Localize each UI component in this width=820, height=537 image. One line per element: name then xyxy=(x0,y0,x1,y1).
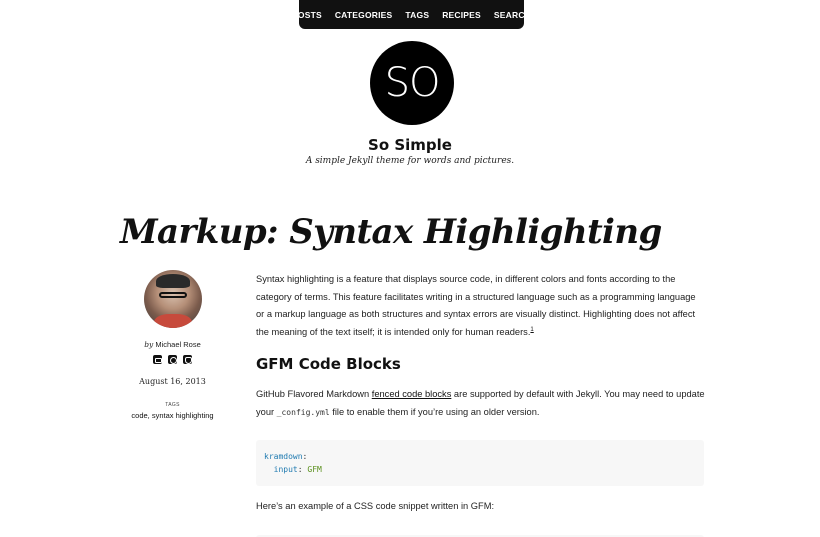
yaml-code-block: kramdown: input: GFM xyxy=(256,439,704,486)
nav-posts[interactable]: POSTS xyxy=(292,10,322,20)
author-byline: by Michael Rose xyxy=(115,340,230,349)
avatar-shirt xyxy=(153,314,192,328)
code-colon-1: : xyxy=(302,451,308,461)
nav-recipes[interactable]: RECIPES xyxy=(442,10,481,20)
instagram-icon[interactable] xyxy=(168,355,177,364)
tags-label: TAGS xyxy=(165,402,180,408)
byline-prefix: by xyxy=(144,340,154,349)
nav-search[interactable]: SEARCH xyxy=(494,10,531,20)
css-example-paragraph: Here’s an example of a CSS code snippet … xyxy=(256,500,495,511)
post-tags[interactable]: code, syntax highlighting xyxy=(115,411,230,420)
author-name: Michael Rose xyxy=(155,340,201,349)
p2-after: file to enable them if you’re using an o… xyxy=(329,406,540,417)
top-navigation: POSTS CATEGORIES TAGS RECIPES SEARCH xyxy=(292,0,531,29)
fenced-code-blocks-link[interactable]: fenced code blocks xyxy=(372,389,452,399)
section-heading: GFM Code Blocks xyxy=(256,355,401,374)
github-icon[interactable] xyxy=(183,355,192,364)
p2-before: GitHub Flavored Markdown xyxy=(256,389,372,400)
nav-tags[interactable]: TAGS xyxy=(405,10,429,20)
social-links xyxy=(115,355,230,364)
avatar-hat xyxy=(155,274,190,288)
post-content: Syntax highlighting is a feature that di… xyxy=(256,271,706,537)
nav-categories[interactable]: CATEGORIES xyxy=(335,10,393,20)
gfm-paragraph: GitHub Flavored Markdown fenced code blo… xyxy=(256,386,706,421)
author-avatar xyxy=(143,270,202,328)
site-title[interactable]: So Simple xyxy=(0,136,820,154)
avatar-glasses xyxy=(158,292,187,298)
code-key-input: input xyxy=(273,464,298,474)
code-key-kramdown: kramdown xyxy=(264,451,303,461)
post-date: August 16, 2013 xyxy=(139,377,206,386)
code-line-2: input: GFM xyxy=(264,463,696,476)
intro-text: Syntax highlighting is a feature that di… xyxy=(256,274,696,337)
intro-paragraph: Syntax highlighting is a feature that di… xyxy=(256,271,706,341)
code-value-gfm: GFM xyxy=(307,464,322,474)
code-colon-2: : xyxy=(297,464,308,474)
footnote-link[interactable]: 1 xyxy=(530,327,533,333)
site-logo[interactable]: SO xyxy=(370,41,454,125)
post-title: Markup: Syntax Highlighting xyxy=(120,212,662,252)
author-sidebar: by Michael Rose August 16, 2013 TAGS cod… xyxy=(115,270,230,420)
site-description: A simple Jekyll theme for words and pict… xyxy=(305,156,515,166)
twitter-icon[interactable] xyxy=(153,355,162,364)
config-inline-code: _config.yml xyxy=(276,407,330,417)
code-line-1: kramdown: xyxy=(264,450,696,463)
